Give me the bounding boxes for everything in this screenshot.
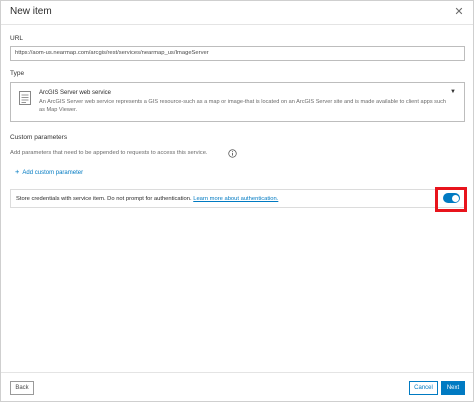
store-credentials-row: Store credentials with service item. Do … bbox=[10, 189, 465, 208]
dialog-header: New item ✕ bbox=[1, 1, 473, 25]
dialog-title: New item bbox=[10, 6, 52, 17]
type-selected-description: An ArcGIS Server web service represents … bbox=[39, 99, 446, 113]
store-credentials-toggle[interactable] bbox=[443, 193, 460, 203]
next-button[interactable]: Next bbox=[441, 381, 465, 395]
toggle-knob bbox=[451, 194, 459, 202]
dialog-footer: Back Cancel Next bbox=[1, 372, 473, 402]
store-credentials-text: Store credentials with service item. Do … bbox=[16, 196, 278, 202]
add-custom-parameter-label: Add custom parameter bbox=[22, 170, 84, 176]
document-icon bbox=[19, 91, 31, 105]
close-icon[interactable]: ✕ bbox=[451, 4, 467, 20]
url-input[interactable]: https://aom-us.nearmap.com/arcgis/rest/s… bbox=[10, 46, 465, 61]
type-label: Type bbox=[10, 70, 25, 77]
store-credentials-label: Store credentials with service item. Do … bbox=[16, 196, 192, 202]
learn-more-authentication-link[interactable]: Learn more about authentication. bbox=[193, 196, 278, 202]
chevron-down-icon[interactable]: ▼ bbox=[450, 89, 456, 95]
back-button[interactable]: Back bbox=[10, 381, 34, 395]
url-label: URL bbox=[10, 35, 24, 42]
info-icon[interactable] bbox=[228, 149, 237, 158]
plus-icon: + bbox=[15, 167, 20, 176]
custom-parameters-label: Custom parameters bbox=[10, 134, 68, 141]
add-custom-parameter-button[interactable]: + Add custom parameter bbox=[15, 167, 83, 176]
cancel-button[interactable]: Cancel bbox=[409, 381, 438, 395]
type-select[interactable]: ArcGIS Server web service An ArcGIS Serv… bbox=[10, 82, 465, 122]
new-item-dialog: New item ✕ URL https://aom-us.nearmap.co… bbox=[0, 0, 474, 402]
type-selected-name: ArcGIS Server web service bbox=[39, 90, 112, 96]
custom-parameters-hint: Add parameters that need to be appended … bbox=[10, 150, 208, 156]
